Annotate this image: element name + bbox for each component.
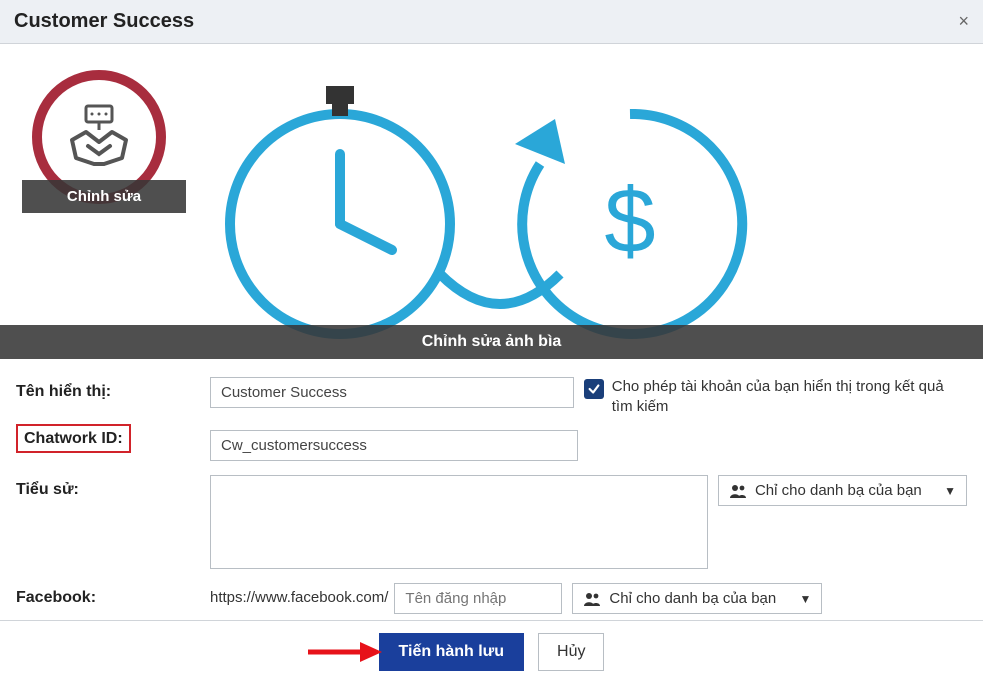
row-display-name: Tên hiển thị: Cho phép tài khoản của bạn…	[16, 377, 967, 416]
bio-label: Tiểu sử:	[16, 475, 210, 499]
annotation-arrow-icon	[304, 638, 382, 666]
dialog-title: Customer Success	[14, 10, 194, 33]
chevron-down-icon: ▼	[800, 592, 812, 606]
bio-privacy-dropdown[interactable]: Chỉ cho danh bạ của bạn ▼	[718, 475, 967, 506]
avatar-block: Chỉnh sửa	[22, 70, 176, 213]
bio-textarea[interactable]	[210, 475, 708, 569]
checkbox-checked-icon[interactable]	[584, 379, 604, 399]
dialog-header: Customer Success ×	[0, 0, 983, 44]
avatar-edit-button[interactable]: Chỉnh sửa	[22, 180, 186, 213]
cover-illustration-icon: $	[220, 64, 760, 354]
cancel-button[interactable]: Hủy	[538, 633, 604, 671]
display-name-input[interactable]	[210, 377, 574, 408]
facebook-url-prefix: https://www.facebook.com/	[210, 583, 388, 606]
contacts-icon	[729, 483, 747, 499]
action-bar: Tiến hành lưu Hủy	[0, 620, 983, 683]
contacts-icon	[583, 591, 601, 607]
facebook-username-input[interactable]	[394, 583, 562, 614]
chatwork-id-input[interactable]	[210, 430, 578, 461]
search-visible-label: Cho phép tài khoản của bạn hiển thị tron…	[612, 377, 967, 416]
facebook-privacy-dropdown[interactable]: Chỉ cho danh bạ của bạn ▼	[572, 583, 822, 614]
chevron-down-icon: ▼	[944, 484, 956, 498]
cover-area: $ Chỉnh sửa Chỉnh sửa ảnh bìa	[0, 44, 983, 359]
close-icon[interactable]: ×	[958, 11, 969, 32]
row-facebook: Facebook: https://www.facebook.com/ Chỉ …	[16, 583, 967, 614]
privacy-label: Chỉ cho danh bạ của bạn	[755, 482, 922, 499]
cover-edit-button[interactable]: Chỉnh sửa ảnh bìa	[0, 325, 983, 359]
svg-text:$: $	[604, 170, 655, 272]
row-bio: Tiểu sử: Chỉ cho danh bạ của bạn ▼	[16, 475, 967, 569]
profile-form: Tên hiển thị: Cho phép tài khoản của bạn…	[0, 359, 983, 614]
chatwork-id-label: Chatwork ID:	[16, 424, 131, 453]
row-chatwork-id: Chatwork ID:	[16, 430, 967, 461]
privacy-label: Chỉ cho danh bạ của bạn	[609, 590, 776, 607]
save-button[interactable]: Tiến hành lưu	[379, 633, 525, 671]
facebook-label: Facebook:	[16, 583, 210, 607]
display-name-label: Tên hiển thị:	[16, 377, 210, 401]
handshake-icon	[64, 102, 134, 172]
search-visible-option[interactable]: Cho phép tài khoản của bạn hiển thị tron…	[584, 377, 967, 416]
